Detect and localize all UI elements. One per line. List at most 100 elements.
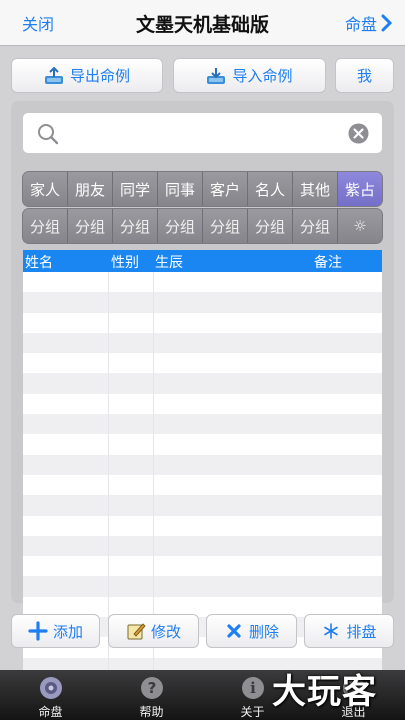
table-row[interactable] [23,454,382,475]
category-colleagues[interactable]: 同事 [158,172,203,206]
table-cell [154,576,382,596]
table-row[interactable] [23,556,382,577]
import-button[interactable]: 导入命例 [173,58,326,93]
delete-button[interactable]: 删除 [206,614,297,648]
table-cell [23,332,109,354]
table-row[interactable] [23,272,382,293]
tab-help-label: 帮助 [139,705,164,719]
header-name: 姓名 [25,255,53,271]
group-3[interactable]: 分组 [113,209,158,243]
group-2[interactable]: 分组 [68,209,113,243]
table-row[interactable] [23,576,382,597]
table-row[interactable] [23,535,382,557]
table-cell [109,332,154,354]
header-birth: 生辰 [155,255,183,271]
table-cell [23,434,109,455]
table-row[interactable] [23,474,382,496]
group-settings-icon[interactable]: ☼ [338,209,382,243]
category-celebrities[interactable]: 名人 [248,172,293,206]
table-row[interactable] [23,434,382,455]
edit-button[interactable]: 修改 [108,614,199,648]
table-cell [154,272,382,292]
tab-chart-label: 命盘 [38,705,63,719]
plus-icon [28,621,48,641]
group-1[interactable]: 分组 [23,209,68,243]
table-row[interactable] [23,373,382,394]
table-cell [154,475,382,495]
header-gender: 性别 [111,255,139,271]
table-cell [109,474,154,496]
clear-search-icon[interactable] [348,123,369,144]
search-input[interactable] [67,119,327,147]
category-clients[interactable]: 客户 [203,172,248,206]
arrange-chart-label: 排盘 [346,622,377,641]
table-cell [109,393,154,415]
watermark-text: 大玩客 [272,672,377,712]
group-segmented-control: 分组 分组 分组 分组 分组 分组 分组 ☼ [22,208,383,244]
table-cell [23,474,109,496]
table-row[interactable] [23,495,382,516]
table-row[interactable] [23,353,382,374]
table-cell [109,414,154,435]
tab-help[interactable]: ? 帮助 [101,670,202,720]
group-5[interactable]: 分组 [203,209,248,243]
table-cell [23,495,109,516]
export-icon [44,66,63,84]
group-4[interactable]: 分组 [158,209,203,243]
group-6[interactable]: 分组 [248,209,293,243]
chart-nav-button[interactable]: 命盘 [345,11,393,35]
table-row[interactable] [23,292,382,313]
table-cell [109,495,154,516]
navigation-bar: 关闭 文墨天机基础版 命盘 [0,0,405,46]
header-notes: 备注 [314,255,342,271]
table-cell [154,434,382,454]
table-cell [154,333,382,353]
table-row[interactable] [23,414,382,435]
table-cell [154,516,382,536]
add-button[interactable]: 添加 [11,614,100,648]
chart-nav-label: 命盘 [344,15,377,34]
table-row[interactable] [23,312,382,333]
disc-icon [40,677,62,699]
table-cell [109,353,154,374]
delete-label: 删除 [248,622,279,641]
category-classmates[interactable]: 同学 [113,172,158,206]
table-cell [109,535,154,557]
info-icon: i [242,677,264,699]
add-label: 添加 [52,622,83,641]
arrange-chart-button[interactable]: 排盘 [304,614,394,648]
table-row[interactable] [23,332,382,354]
search-bar [23,113,382,153]
export-button[interactable]: 导出命例 [11,58,163,93]
table-cell [23,272,109,293]
table-cell [23,556,109,577]
table-cell [109,312,154,333]
table-cell [109,272,154,293]
table-row[interactable] [23,515,382,536]
category-ziwei-selected[interactable]: 紫占 [338,172,382,206]
table-cell [154,556,382,576]
category-others[interactable]: 其他 [293,172,338,206]
category-segmented-control: 家人 朋友 同学 同事 客户 名人 其他 紫占 [22,171,383,207]
table-cell [109,454,154,475]
tab-chart[interactable]: 命盘 [0,670,101,720]
import-icon [207,67,226,84]
table-row[interactable] [23,393,382,415]
table-cell [23,576,109,597]
snowflake-icon [324,623,339,639]
category-family[interactable]: 家人 [23,172,68,206]
svg-text:?: ? [148,679,157,697]
records-panel: 家人 朋友 同学 同事 客户 名人 其他 紫占 分组 分组 分组 分组 分组 分… [11,101,394,699]
table-cell [23,393,109,415]
group-7[interactable]: 分组 [293,209,338,243]
category-friends[interactable]: 朋友 [68,172,113,206]
edit-icon [127,623,146,640]
table-cell [154,414,382,434]
help-icon: ? [141,677,163,699]
table-cell [154,313,382,333]
me-button[interactable]: 我 [335,58,394,93]
table-cell [109,515,154,536]
table-cell [23,292,109,313]
import-label: 导入命例 [232,67,293,85]
table-cell [109,292,154,313]
